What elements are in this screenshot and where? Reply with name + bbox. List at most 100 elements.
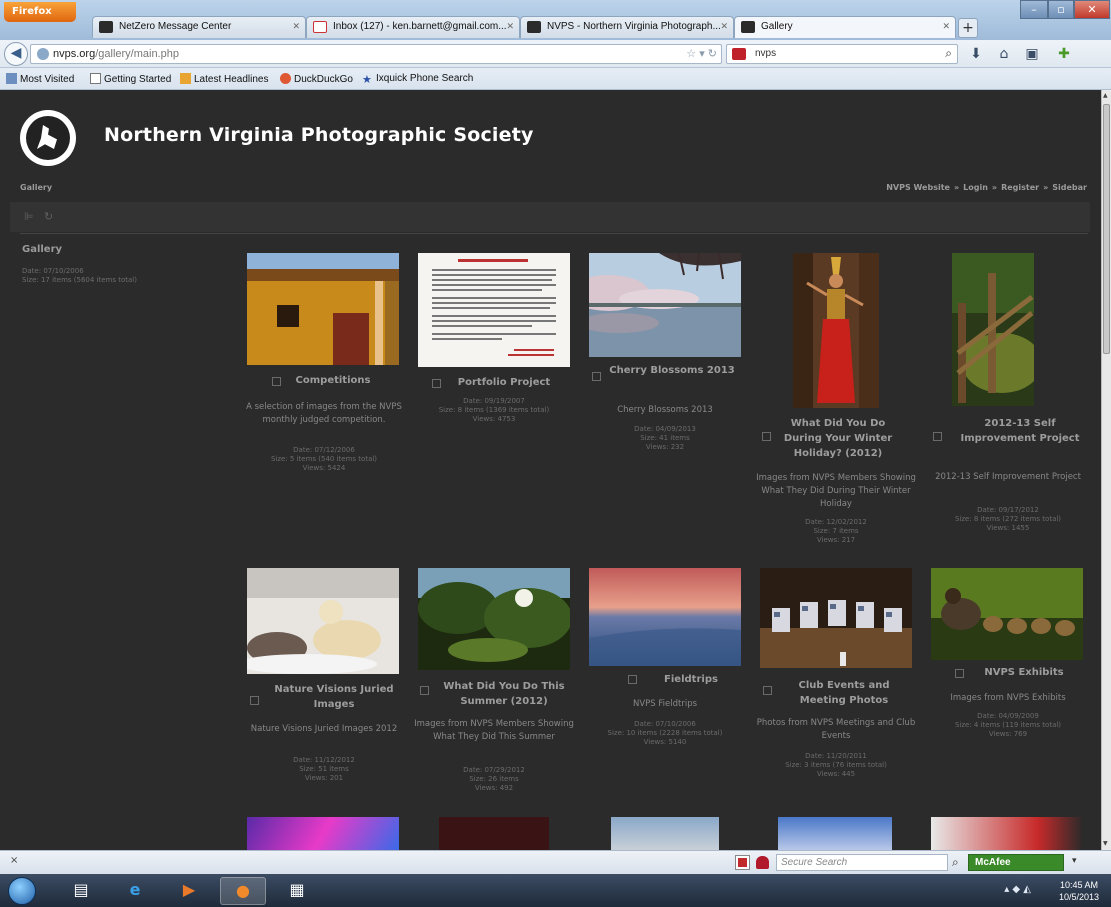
close-tab-icon[interactable]: ✕ (720, 21, 728, 32)
scroll-up-icon[interactable]: ▲ (1103, 92, 1108, 99)
album-icon (420, 686, 429, 695)
album-thumbnail-club-events[interactable] (760, 568, 912, 668)
nvps-favicon (527, 21, 541, 33)
maximize-button[interactable]: ▫ (1048, 0, 1074, 19)
album-thumbnail-partial[interactable] (247, 817, 399, 850)
nav-sidebar[interactable]: Sidebar (1052, 183, 1087, 192)
media-player-icon[interactable]: ▶ (166, 877, 212, 905)
window-titlebar: Firefox NetZero Message Center ✕ Inbox (… (0, 0, 1111, 40)
dancer-photo (793, 253, 879, 408)
album-thumbnail-partial[interactable] (778, 817, 892, 850)
scroll-down-icon[interactable]: ▼ (1103, 840, 1108, 847)
album-thumbnail-fieldtrips[interactable] (589, 568, 741, 666)
album-thumbnail-partial[interactable] (611, 817, 719, 850)
new-tab-button[interactable]: + (958, 18, 978, 38)
address-bar[interactable]: nvps.org/gallery/main.php ☆ ▾ ↻ (30, 44, 722, 64)
document-icon[interactable]: ▦ (274, 877, 320, 905)
album-title[interactable]: What Did You Do During Your Winter Holid… (776, 416, 900, 461)
album-title[interactable]: 2012-13 Self Improvement Project (960, 416, 1080, 446)
mcafee-button[interactable]: McAfee (968, 854, 1064, 871)
album-title[interactable]: NVPS Exhibits (972, 665, 1076, 680)
close-statusbar-icon[interactable]: × (10, 855, 18, 866)
album-thumbnail-cherry-blossoms[interactable] (589, 253, 741, 357)
album-icon (628, 675, 637, 684)
nav-nvps-website[interactable]: NVPS Website (886, 183, 950, 192)
tab-netzero[interactable]: NetZero Message Center ✕ (92, 16, 306, 38)
album-description: Images from NVPS Members Showing What Th… (414, 719, 574, 742)
close-tab-icon[interactable]: ✕ (942, 21, 950, 32)
action-bar: ⊫ ↻ (10, 202, 1090, 232)
bookmark-latest-headlines[interactable]: Latest Headlines (180, 73, 269, 85)
bookmark-getting-started[interactable]: Getting Started (90, 73, 171, 85)
duckduckgo-icon (280, 73, 291, 84)
site-identity-icon[interactable] (37, 48, 49, 60)
bookmark-duckduckgo[interactable]: DuckDuckGo (280, 73, 353, 85)
bookmark-ixquick[interactable]: ★ Ixquick Phone Search (362, 73, 473, 86)
album-meta: Date: 11/20/2011 Size: 3 items (76 items … (785, 752, 887, 778)
rss-icon (180, 73, 191, 84)
sidebar-size: Size: 17 items (5604 items total) (22, 276, 137, 284)
clock[interactable]: 10:45 AM 10/5/2013 (1059, 879, 1099, 903)
album-title[interactable]: Cherry Blossoms 2013 (606, 363, 738, 378)
album-thumbnail-nature-visions[interactable] (247, 568, 399, 674)
album-title[interactable]: What Did You Do This Summer (2012) (438, 679, 570, 709)
search-icon[interactable]: ⌕ (952, 856, 965, 869)
search-icon[interactable]: ⌕ (945, 46, 952, 61)
album-thumbnail-summer[interactable] (418, 568, 570, 670)
scrollbar-thumb[interactable] (1103, 104, 1110, 354)
lily-photo (418, 568, 570, 670)
back-button[interactable]: ◀ (4, 42, 28, 66)
search-engine-icon[interactable] (732, 48, 746, 60)
screen-icon[interactable]: ▣ (1024, 46, 1040, 62)
dropdown-icon[interactable]: ▾ (1072, 856, 1085, 869)
home-icon[interactable]: ⌂ (996, 46, 1012, 62)
album-thumbnail-partial[interactable] (439, 817, 549, 850)
fence-photo (952, 253, 1034, 406)
addons-icon[interactable]: ✚ (1056, 46, 1072, 62)
close-tab-icon[interactable]: ✕ (506, 21, 514, 32)
tab-gallery[interactable]: Gallery ✕ (734, 16, 956, 38)
nav-register[interactable]: Register (1001, 183, 1039, 192)
album-title[interactable]: Club Events and Meeting Photos (780, 678, 908, 708)
album-thumbnail-exhibits[interactable] (931, 568, 1083, 660)
album-meta: Date: 07/12/2006 Size: 5 items (540 items… (270, 446, 378, 472)
album-title[interactable]: Competitions (267, 373, 399, 388)
nvps-logo[interactable] (20, 110, 76, 166)
breadcrumb[interactable]: Gallery (20, 183, 52, 192)
search-bar[interactable]: nvps ⌕ (726, 44, 958, 64)
firefox-menu-button[interactable]: Firefox (4, 2, 76, 22)
album-meta: Date: 07/29/2012 Size: 26 items Views: 492 (463, 766, 525, 792)
url-domain: nvps.org (53, 48, 96, 60)
album-thumbnail-winter-holiday[interactable] (793, 253, 879, 408)
album-title[interactable]: Nature Visions Juried Images (268, 682, 400, 712)
bookmark-most-visited[interactable]: Most Visited (6, 73, 74, 85)
slideshow-icon[interactable]: ⊫ (24, 210, 36, 223)
secure-search-input[interactable]: Secure Search (776, 854, 948, 871)
internet-explorer-icon[interactable]: e (112, 877, 158, 905)
tab-nvps[interactable]: NVPS - Northern Virginia Photograph... ✕ (520, 16, 734, 38)
album-thumbnail-partial[interactable] (931, 817, 1083, 850)
album-title[interactable]: Fieldtrips (646, 672, 736, 687)
firefox-taskbar-icon[interactable]: ● (220, 877, 266, 905)
explorer-icon[interactable]: ▤ (58, 877, 104, 905)
album-description: Images from NVPS Exhibits (950, 693, 1066, 703)
refresh-icon[interactable]: ↻ (44, 210, 56, 223)
page-scrollbar[interactable]: ▲ ▼ (1101, 90, 1111, 850)
album-description: A selection of images from the NVPS mont… (246, 402, 402, 425)
close-tab-icon[interactable]: ✕ (292, 21, 300, 32)
album-thumbnail-competitions[interactable] (247, 253, 399, 365)
album-title[interactable]: Portfolio Project (444, 375, 564, 390)
minimize-button[interactable]: – (1020, 0, 1048, 19)
close-window-button[interactable]: ✕ (1074, 0, 1110, 19)
tab-gmail[interactable]: Inbox (127) - ken.barnett@gmail.com... ✕ (306, 16, 520, 38)
bookmark-star-icon[interactable]: ☆ ▾ ↻ (686, 47, 717, 60)
nav-separator: » (953, 183, 960, 192)
system-tray-icons[interactable]: ▴ ◆ ◭ (1004, 884, 1031, 895)
nav-login[interactable]: Login (963, 183, 988, 192)
album-thumbnail-portfolio[interactable] (418, 253, 570, 367)
album-thumbnail-self-improvement[interactable] (952, 253, 1034, 406)
start-button[interactable] (8, 877, 36, 905)
mcafee-shield-icon[interactable] (756, 856, 769, 869)
addon-icon[interactable] (735, 855, 750, 870)
download-icon[interactable]: ⬇ (968, 46, 984, 62)
